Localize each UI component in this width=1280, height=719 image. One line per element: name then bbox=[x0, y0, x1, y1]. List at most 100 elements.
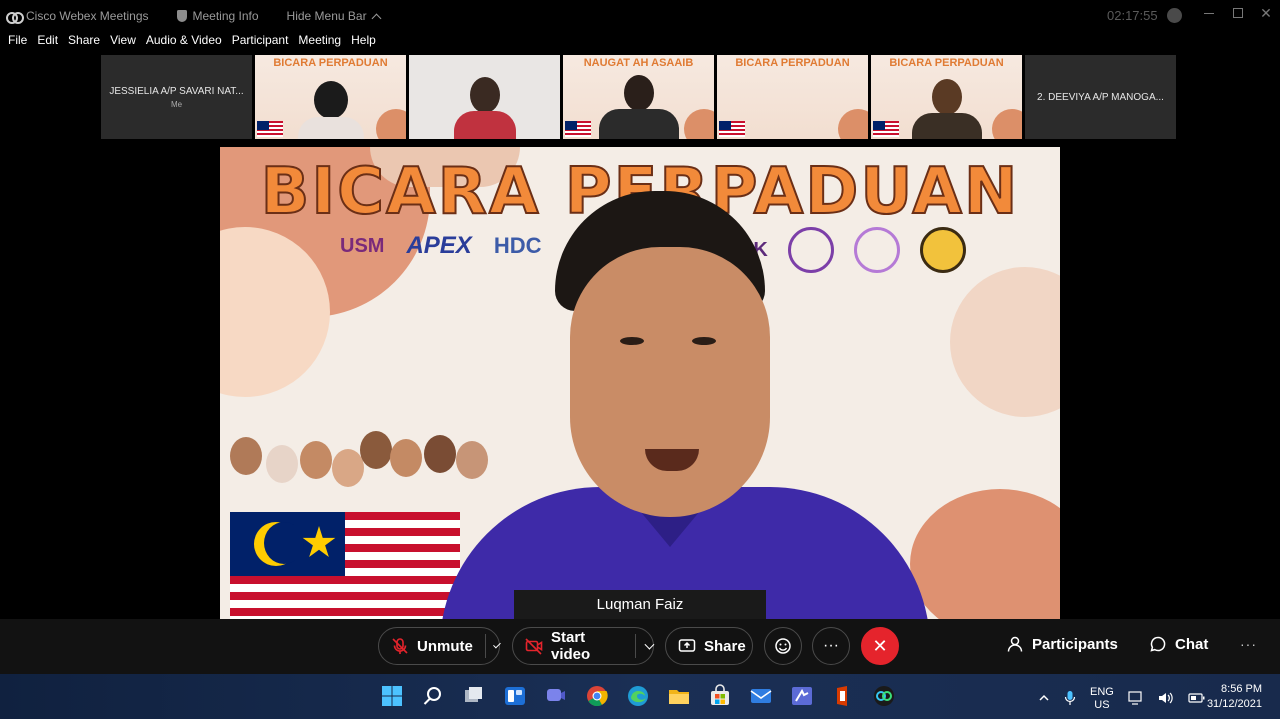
participants-icon bbox=[1006, 635, 1024, 653]
background-decoration bbox=[910, 489, 1060, 619]
hide-menu-bar-button[interactable]: Hide Menu Bar bbox=[286, 9, 382, 23]
chevron-down-icon[interactable] bbox=[493, 640, 501, 648]
reactions-button[interactable] bbox=[764, 627, 802, 665]
leave-meeting-button[interactable]: ✕ bbox=[861, 627, 899, 665]
poster-decoration bbox=[992, 109, 1022, 139]
microphone-muted-icon bbox=[391, 637, 409, 655]
participant-tile[interactable]: JESSIELIA A/P SAVARI NAT... Me bbox=[101, 55, 252, 139]
hide-menu-bar-label: Hide Menu Bar bbox=[286, 9, 367, 23]
signal-icon[interactable] bbox=[1167, 8, 1182, 23]
windows-taskbar: ENG US 8:56 PM 31/12/2021 bbox=[0, 674, 1280, 719]
menu-help[interactable]: Help bbox=[351, 33, 376, 53]
menu-view[interactable]: View bbox=[110, 33, 136, 53]
clock-time: 8:56 PM bbox=[1221, 683, 1262, 695]
title-bar: Cisco Webex Meetings Meeting Info Hide M… bbox=[0, 0, 1280, 32]
mail-icon[interactable] bbox=[749, 684, 773, 708]
participant-tile[interactable]: 2. DEEVIYA A/P MANOGA... bbox=[1025, 55, 1176, 139]
menu-audio-video[interactable]: Audio & Video bbox=[146, 33, 222, 53]
office-icon[interactable] bbox=[831, 684, 855, 708]
start-video-button[interactable]: Start video bbox=[512, 627, 655, 665]
menu-edit[interactable]: Edit bbox=[37, 33, 58, 53]
system-tray: ENG US bbox=[1038, 686, 1206, 712]
search-icon[interactable] bbox=[421, 684, 445, 708]
flag-image bbox=[873, 121, 899, 137]
participant-name: JESSIELIA A/P SAVARI NAT... bbox=[109, 85, 244, 97]
participants-button[interactable]: Participants bbox=[1006, 635, 1118, 653]
windows-start-icon[interactable] bbox=[380, 684, 404, 708]
poster-title: BICARA PERPADUAN bbox=[889, 57, 1004, 69]
chat-icon bbox=[1149, 635, 1167, 653]
poster-decoration bbox=[376, 109, 406, 139]
taskbar-apps bbox=[380, 684, 896, 708]
participant-tile[interactable]: BICARA PERPADUAN bbox=[717, 55, 868, 139]
task-view-icon[interactable] bbox=[462, 684, 486, 708]
start-video-label: Start video bbox=[551, 629, 591, 663]
network-icon[interactable] bbox=[1128, 690, 1144, 708]
share-screen-icon bbox=[678, 637, 696, 655]
minimize-button[interactable] bbox=[1200, 4, 1220, 22]
speaker-video-feed bbox=[430, 187, 930, 619]
participants-label: Participants bbox=[1032, 635, 1118, 653]
emoji-icon bbox=[775, 638, 791, 654]
malaysia-flag-image bbox=[230, 512, 460, 619]
participant-tile[interactable]: BICARA PERPADUAN bbox=[255, 55, 406, 139]
flag-image bbox=[257, 121, 283, 137]
unmute-button[interactable]: Unmute bbox=[378, 627, 501, 665]
menu-file[interactable]: File bbox=[8, 33, 27, 53]
language-label: ENG bbox=[1090, 686, 1114, 698]
background-decoration bbox=[950, 267, 1060, 417]
meeting-info-button[interactable]: Meeting Info bbox=[176, 9, 259, 23]
speaker-name-label: Luqman Faiz bbox=[514, 590, 766, 619]
active-speaker-video[interactable]: BICARA PERPADUAN USM APEX HDC EK bbox=[220, 147, 1060, 619]
language-indicator[interactable]: ENG US bbox=[1090, 686, 1114, 712]
more-options-button[interactable]: ··· bbox=[812, 627, 850, 665]
file-explorer-icon[interactable] bbox=[667, 684, 691, 708]
webex-logo-icon bbox=[6, 10, 24, 24]
shield-icon bbox=[176, 10, 187, 22]
menu-meeting[interactable]: Meeting bbox=[298, 33, 341, 53]
microphone-icon[interactable] bbox=[1064, 690, 1076, 709]
usm-logo: USM bbox=[340, 234, 385, 257]
participant-tile[interactable] bbox=[409, 55, 560, 139]
share-button[interactable]: Share bbox=[665, 627, 753, 665]
powerapps-icon[interactable] bbox=[790, 684, 814, 708]
chevron-up-icon[interactable] bbox=[1038, 692, 1050, 707]
flag-image bbox=[719, 121, 745, 137]
system-clock[interactable]: 8:56 PM 31/12/2021 bbox=[1204, 682, 1262, 712]
poster-title: BICARA PERPADUAN bbox=[735, 57, 850, 69]
menu-participant[interactable]: Participant bbox=[232, 33, 289, 53]
meeting-info-label: Meeting Info bbox=[192, 9, 259, 23]
close-window-button[interactable]: ✕ bbox=[1256, 4, 1276, 22]
menu-share[interactable]: Share bbox=[68, 33, 100, 53]
widgets-icon[interactable] bbox=[503, 684, 527, 708]
poster-decoration bbox=[838, 109, 868, 139]
participant-tile[interactable]: NAUGAT AH ASAAIB bbox=[563, 55, 714, 139]
meeting-control-bar: Unmute Start video Share ··· ✕ Participa… bbox=[0, 619, 1280, 674]
video-off-icon bbox=[525, 637, 543, 655]
close-icon: ✕ bbox=[872, 635, 888, 656]
webex-taskbar-icon[interactable] bbox=[872, 684, 896, 708]
maximize-button[interactable] bbox=[1228, 4, 1248, 22]
chevron-up-icon bbox=[371, 13, 382, 23]
chat-button[interactable]: Chat bbox=[1149, 635, 1208, 653]
flag-image bbox=[565, 121, 591, 137]
participant-video bbox=[598, 75, 679, 139]
overflow-menu-button[interactable]: ··· bbox=[1240, 636, 1257, 652]
volume-icon[interactable] bbox=[1158, 691, 1174, 708]
participant-video bbox=[453, 77, 516, 139]
meeting-timer: 02:17:55 bbox=[1107, 8, 1158, 23]
edge-icon[interactable] bbox=[626, 684, 650, 708]
chat-label: Chat bbox=[1175, 635, 1209, 653]
poster-title: NAUGAT AH ASAAIB bbox=[583, 57, 694, 69]
app-title: Cisco Webex Meetings bbox=[26, 9, 149, 23]
teams-chat-icon[interactable] bbox=[544, 684, 568, 708]
participant-video bbox=[297, 81, 364, 139]
chevron-down-icon[interactable] bbox=[644, 639, 655, 649]
poster-decoration bbox=[684, 109, 714, 139]
chrome-icon[interactable] bbox=[585, 684, 609, 708]
clock-date: 31/12/2021 bbox=[1206, 698, 1262, 710]
keyboard-layout-label: US bbox=[1094, 699, 1110, 711]
store-icon[interactable] bbox=[708, 684, 732, 708]
participant-tile[interactable]: BICARA PERPADUAN bbox=[871, 55, 1022, 139]
participant-thumbnails: JESSIELIA A/P SAVARI NAT... Me BICARA PE… bbox=[101, 55, 1176, 139]
